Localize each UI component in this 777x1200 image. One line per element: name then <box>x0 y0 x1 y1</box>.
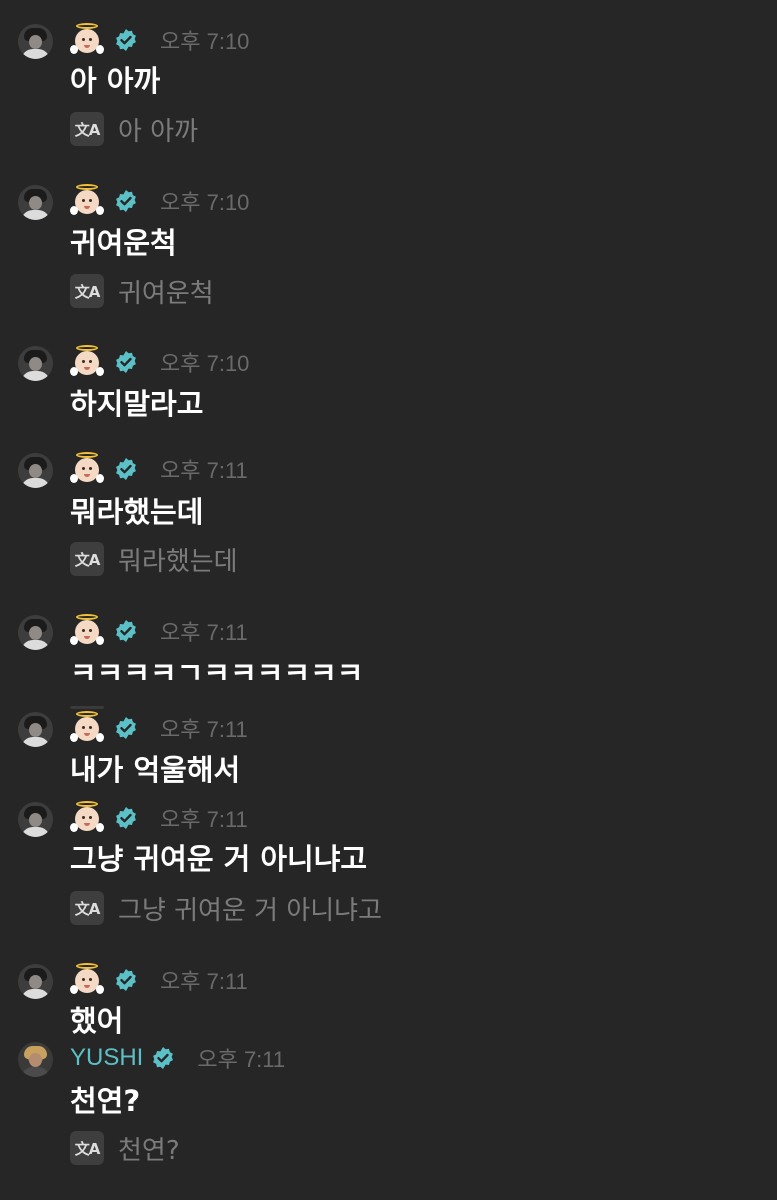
verified-badge-icon <box>116 620 136 642</box>
message-timestamp: 오후 7:11 <box>160 458 248 483</box>
message-text: 뭐라했는데 <box>70 495 204 529</box>
message-text: 귀여운척 <box>70 226 177 260</box>
message-timestamp: 오후 7:11 <box>160 717 248 742</box>
angel-emoji-icon <box>70 711 104 745</box>
translation-text: 귀여운척 <box>118 278 214 309</box>
message-text: 내가 억울해서 <box>70 753 241 787</box>
message-header: 오후 7:10 <box>70 184 249 218</box>
yushi-avatar[interactable] <box>18 1042 53 1077</box>
message-header: 오후 7:11 <box>70 614 248 648</box>
message-header: 오후 7:11 <box>70 711 248 745</box>
verified-badge-icon <box>116 29 136 51</box>
message-text: 그냥 귀여운 거 아니냐고 <box>70 842 368 876</box>
angel-emoji-icon <box>70 23 104 57</box>
member-avatar[interactable] <box>18 24 53 59</box>
translate-icon[interactable]: 文A <box>70 274 104 308</box>
verified-badge-icon <box>116 717 136 739</box>
angel-emoji-icon <box>70 184 104 218</box>
angel-emoji-icon <box>70 963 104 997</box>
message-timestamp: 오후 7:11 <box>197 1047 286 1072</box>
message-timestamp: 오후 7:10 <box>160 29 250 54</box>
angel-emoji-icon <box>70 801 104 835</box>
message-text: 했어 <box>70 1004 124 1038</box>
message-text: 아 아까 <box>70 64 161 98</box>
translation-text: 그냥 귀여운 거 아니냐고 <box>118 895 382 926</box>
divider <box>70 706 104 709</box>
verified-badge-icon <box>116 458 136 480</box>
message-header: 오후 7:10 <box>70 345 249 379</box>
translation-row[interactable]: 文A 그냥 귀여운 거 아니냐고 <box>70 891 382 926</box>
translate-icon[interactable]: 文A <box>70 891 104 925</box>
message-timestamp: 오후 7:11 <box>160 620 248 645</box>
angel-emoji-icon <box>70 614 104 648</box>
verified-badge-icon <box>116 807 136 829</box>
translation-row[interactable]: 文A 아 아까 <box>70 112 199 147</box>
translate-icon[interactable]: 文A <box>70 542 104 576</box>
message-header: 오후 7:10 <box>70 23 249 57</box>
chat-feed: 오후 7:10 아 아까 文A 아 아까 오후 7:10 귀여운척 文A 귀여운… <box>0 0 777 1200</box>
member-avatar[interactable] <box>18 346 53 381</box>
verified-badge-icon <box>116 190 136 212</box>
translation-row[interactable]: 文A 천연? <box>70 1131 180 1166</box>
message-timestamp: 오후 7:10 <box>160 190 250 215</box>
verified-badge-icon <box>153 1047 174 1069</box>
translation-row[interactable]: 文A 뭐라했는데 <box>70 542 238 577</box>
message-timestamp: 오후 7:11 <box>160 807 248 832</box>
translate-icon[interactable]: 文A <box>70 112 104 146</box>
message-text: 천연? <box>70 1084 141 1118</box>
translation-text: 아 아까 <box>118 116 199 147</box>
angel-emoji-icon <box>70 452 104 486</box>
message-header: 오후 7:11 <box>70 963 248 997</box>
message-header: YUSHI 오후 7:11 <box>70 1041 285 1075</box>
member-avatar[interactable] <box>18 964 53 999</box>
member-avatar[interactable] <box>18 185 53 220</box>
member-avatar[interactable] <box>18 453 53 488</box>
verified-badge-icon <box>116 351 136 373</box>
message-text: 하지말라고 <box>70 387 204 421</box>
verified-badge-icon <box>116 969 136 991</box>
member-avatar[interactable] <box>18 615 53 650</box>
translate-icon[interactable]: 文A <box>70 1131 104 1165</box>
angel-emoji-icon <box>70 345 104 379</box>
message-timestamp: 오후 7:10 <box>160 351 250 376</box>
translation-row[interactable]: 文A 귀여운척 <box>70 274 214 309</box>
member-avatar[interactable] <box>18 712 53 747</box>
message-header: 오후 7:11 <box>70 452 248 486</box>
member-avatar[interactable] <box>18 802 53 837</box>
username[interactable]: YUSHI <box>70 1044 143 1072</box>
message-timestamp: 오후 7:11 <box>160 969 248 994</box>
message-text: ㅋㅋㅋㅋㄱㅋㅋㅋㅋㅋㅋ <box>70 656 364 690</box>
translation-text: 뭐라했는데 <box>118 546 238 577</box>
translation-text: 천연? <box>118 1135 180 1166</box>
message-header: 오후 7:11 <box>70 801 248 835</box>
